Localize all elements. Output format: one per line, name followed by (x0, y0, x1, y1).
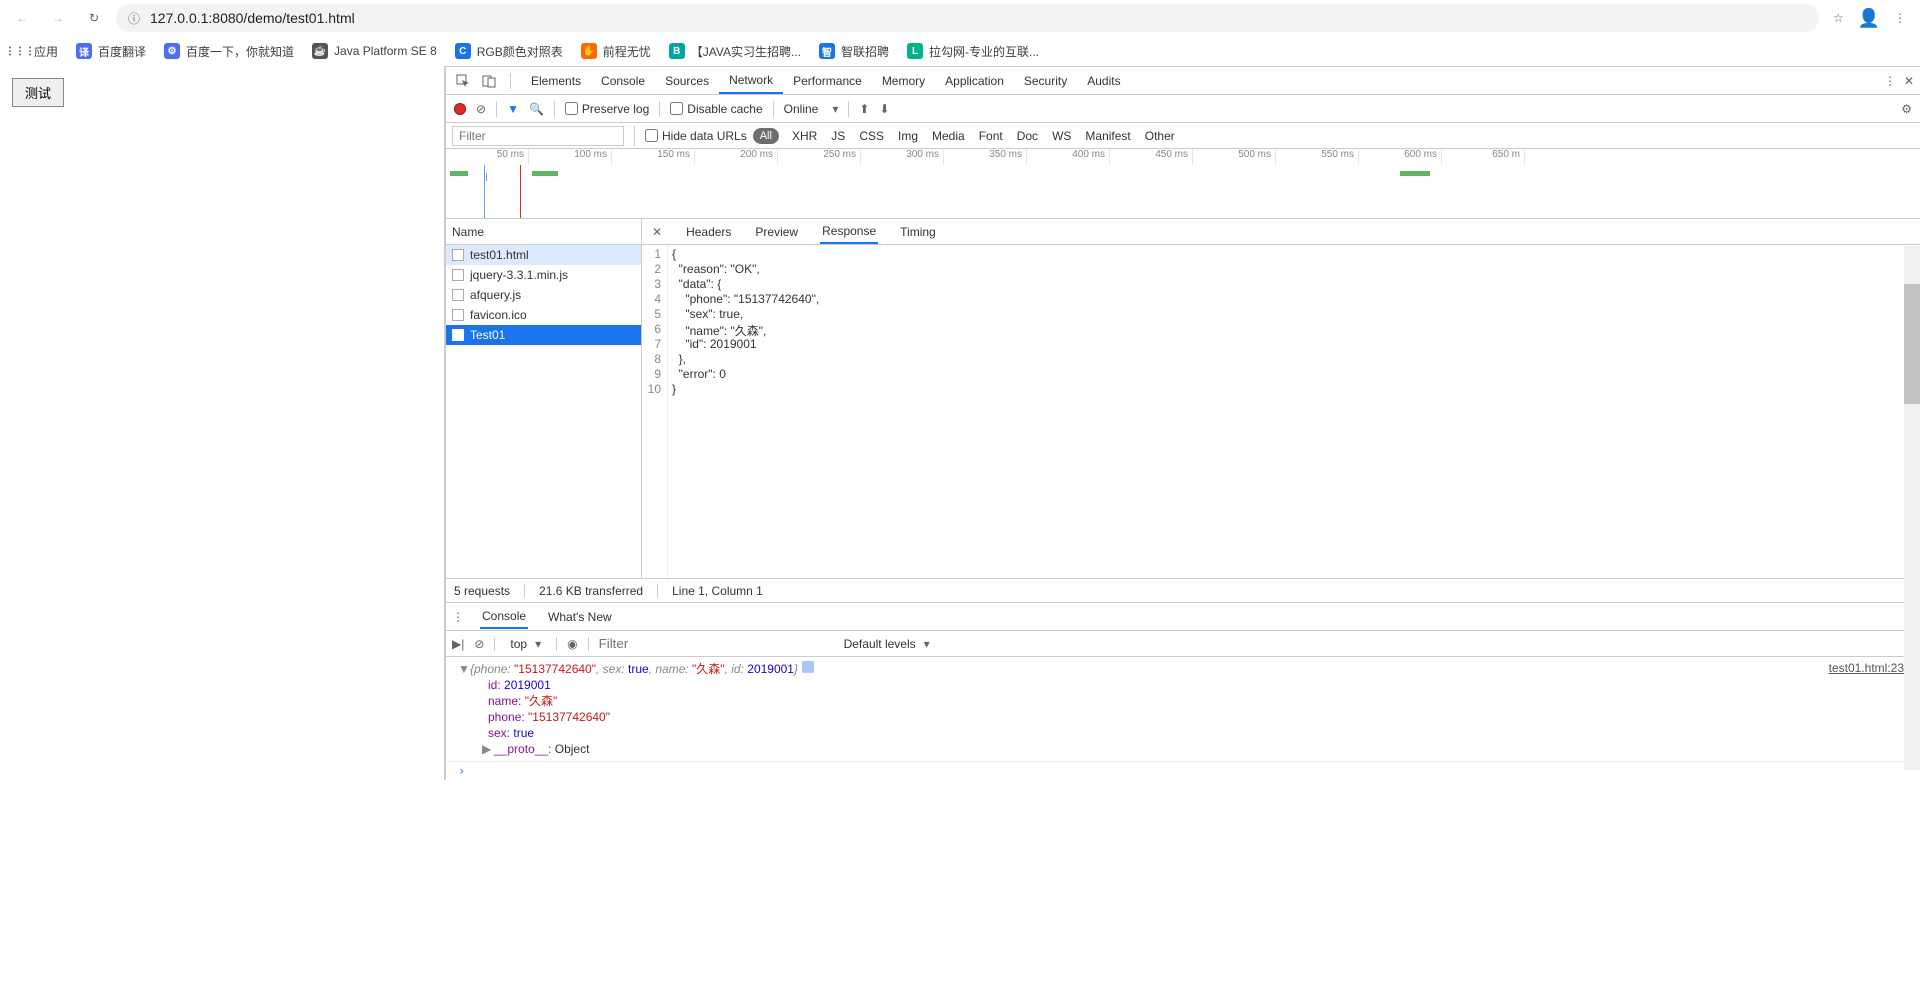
devtools-tab-console[interactable]: Console (591, 67, 655, 94)
preserve-log-checkbox[interactable]: Preserve log (565, 102, 649, 116)
cursor-position: Line 1, Column 1 (672, 584, 763, 598)
filter-css[interactable]: CSS (854, 129, 889, 143)
disable-cache-checkbox[interactable]: Disable cache (670, 102, 762, 116)
clear-console-icon[interactable]: ⊘ (474, 637, 484, 651)
request-item[interactable]: Test01 (446, 325, 641, 345)
console-filter-input[interactable] (599, 635, 829, 653)
transferred-size: 21.6 KB transferred (539, 584, 643, 598)
network-status-bar: 5 requests 21.6 KB transferred Line 1, C… (446, 579, 1920, 603)
request-list: Name test01.htmljquery-3.3.1.min.jsafque… (446, 219, 642, 578)
record-button[interactable] (454, 103, 466, 115)
devtools-tab-memory[interactable]: Memory (872, 67, 935, 94)
console-source-link[interactable]: test01.html:23 (1829, 661, 1904, 675)
network-split: Name test01.htmljquery-3.3.1.min.jsafque… (446, 219, 1920, 579)
profile-icon[interactable]: 👤 (1858, 8, 1880, 29)
request-item[interactable]: jquery-3.3.1.min.js (446, 265, 641, 285)
timeline[interactable]: 50 ms100 ms150 ms200 ms250 ms300 ms350 m… (446, 149, 1920, 219)
page-content: 测试 (0, 66, 445, 780)
reload-button[interactable]: ↻ (80, 4, 108, 32)
drawer-menu-icon[interactable]: ⋮ (452, 610, 464, 624)
request-item[interactable]: test01.html (446, 245, 641, 265)
request-filter-input[interactable] (452, 126, 624, 146)
filter-xhr[interactable]: XHR (787, 129, 822, 143)
request-item[interactable]: favicon.ico (446, 305, 641, 325)
devtools-menu-icon[interactable]: ⋮ (1884, 74, 1896, 88)
live-expression-icon[interactable]: ◉ (567, 637, 577, 651)
devtools-tab-security[interactable]: Security (1014, 67, 1077, 94)
info-badge-icon[interactable] (802, 661, 814, 673)
sidebar-toggle-icon[interactable]: ▶| (452, 637, 464, 651)
filter-media[interactable]: Media (927, 129, 970, 143)
devtools-close-icon[interactable]: ✕ (1904, 74, 1914, 88)
response-pane: ✕ Headers Preview Response Timing 123456789… (642, 219, 1920, 578)
star-icon[interactable]: ☆ (1833, 11, 1844, 25)
throttle-select[interactable]: Online▾ (784, 102, 839, 116)
network-toolbar: ⊘ ▼ 🔍 Preserve log Disable cache Online▾… (446, 95, 1920, 123)
bookmark-item[interactable]: L拉勾网-专业的互联... (907, 43, 1039, 60)
filter-font[interactable]: Font (974, 129, 1008, 143)
device-toggle-icon[interactable] (478, 70, 500, 92)
devtools-tab-sources[interactable]: Sources (655, 67, 719, 94)
devtools-tab-performance[interactable]: Performance (783, 67, 872, 94)
devtools-panel: ElementsConsoleSourcesNetworkPerformance… (445, 66, 1920, 780)
devtools-tabs: ElementsConsoleSourcesNetworkPerformance… (446, 67, 1920, 95)
response-body[interactable]: 12345678910 { "reason": "OK", "data": { … (642, 245, 1920, 578)
devtools-tab-audits[interactable]: Audits (1077, 67, 1130, 94)
clear-icon[interactable]: ⊘ (476, 102, 486, 116)
download-har-icon[interactable]: ⬇ (879, 102, 889, 116)
filter-js[interactable]: JS (826, 129, 850, 143)
drawer-tab-what-s-new[interactable]: What's New (546, 604, 614, 629)
site-info-icon[interactable]: ⓘ (128, 10, 140, 27)
requests-count: 5 requests (454, 584, 510, 598)
test-button[interactable]: 测试 (12, 78, 64, 107)
filter-ws[interactable]: WS (1047, 129, 1076, 143)
scrollbar[interactable] (1904, 246, 1920, 770)
bookmark-item[interactable]: B【JAVA实习生招聘... (669, 43, 801, 60)
bookmark-item[interactable]: 智智联招聘 (819, 43, 889, 60)
browser-toolbar: ← → ↻ ⓘ 127.0.0.1:8080/demo/test01.html … (0, 0, 1920, 36)
upload-har-icon[interactable]: ⬆ (859, 102, 869, 116)
close-response-icon[interactable]: ✕ (646, 225, 668, 239)
inspect-icon[interactable] (452, 70, 474, 92)
bookmark-item[interactable]: CRGB颜色对照表 (455, 43, 563, 60)
bookmarks-bar: ⋮⋮⋮应用 译百度翻译 ⚙百度一下，你就知道 ☕Java Platform SE 8 C… (0, 36, 1920, 66)
filter-img[interactable]: Img (893, 129, 923, 143)
bookmark-item[interactable]: ✋前程无忧 (581, 43, 651, 60)
drawer-tabs: ⋮ ConsoleWhat's New ✕ (446, 603, 1920, 631)
response-tabs: ✕ Headers Preview Response Timing (642, 219, 1920, 245)
response-tab-headers[interactable]: Headers (684, 219, 733, 244)
console-toolbar: ▶| ⊘ top ◉ Default levels ⚙ (446, 631, 1920, 657)
bookmark-item[interactable]: ⋮⋮⋮应用 (12, 43, 58, 60)
hide-data-urls-checkbox[interactable]: Hide data URLs (645, 129, 747, 143)
response-tab-preview[interactable]: Preview (753, 219, 800, 244)
response-tab-timing[interactable]: Timing (898, 219, 938, 244)
filter-all[interactable]: All (753, 128, 779, 144)
log-levels-select[interactable]: Default levels (839, 635, 935, 653)
bookmark-item[interactable]: ☕Java Platform SE 8 (312, 43, 437, 59)
request-item[interactable]: afquery.js (446, 285, 641, 305)
devtools-tab-network[interactable]: Network (719, 67, 783, 94)
address-bar[interactable]: ⓘ 127.0.0.1:8080/demo/test01.html (116, 4, 1819, 32)
response-tab-response[interactable]: Response (820, 219, 878, 244)
forward-button[interactable]: → (44, 4, 72, 32)
devtools-tab-application[interactable]: Application (935, 67, 1014, 94)
context-select[interactable]: top (505, 635, 546, 653)
menu-icon[interactable]: ⋮ (1894, 11, 1906, 25)
bookmark-item[interactable]: ⚙百度一下，你就知道 (164, 43, 294, 60)
filter-doc[interactable]: Doc (1012, 129, 1043, 143)
filter-toggle-icon[interactable]: ▼ (507, 102, 519, 116)
filter-manifest[interactable]: Manifest (1080, 129, 1135, 143)
devtools-tab-elements[interactable]: Elements (521, 67, 591, 94)
filter-other[interactable]: Other (1140, 129, 1180, 143)
filter-row: Hide data URLs All XHR JS CSS Img Media Font D… (446, 123, 1920, 149)
back-button[interactable]: ← (8, 4, 36, 32)
settings-icon[interactable]: ⚙ (1901, 102, 1912, 116)
bookmark-item[interactable]: 译百度翻译 (76, 43, 146, 60)
search-icon[interactable]: 🔍 (529, 102, 544, 116)
drawer-tab-console[interactable]: Console (480, 604, 528, 629)
console-prompt[interactable]: › (446, 761, 1920, 780)
console-output[interactable]: test01.html:23 ▼{phone: "15137742640", s… (446, 657, 1920, 761)
url-text: 127.0.0.1:8080/demo/test01.html (150, 10, 355, 26)
request-list-header[interactable]: Name (446, 219, 641, 245)
